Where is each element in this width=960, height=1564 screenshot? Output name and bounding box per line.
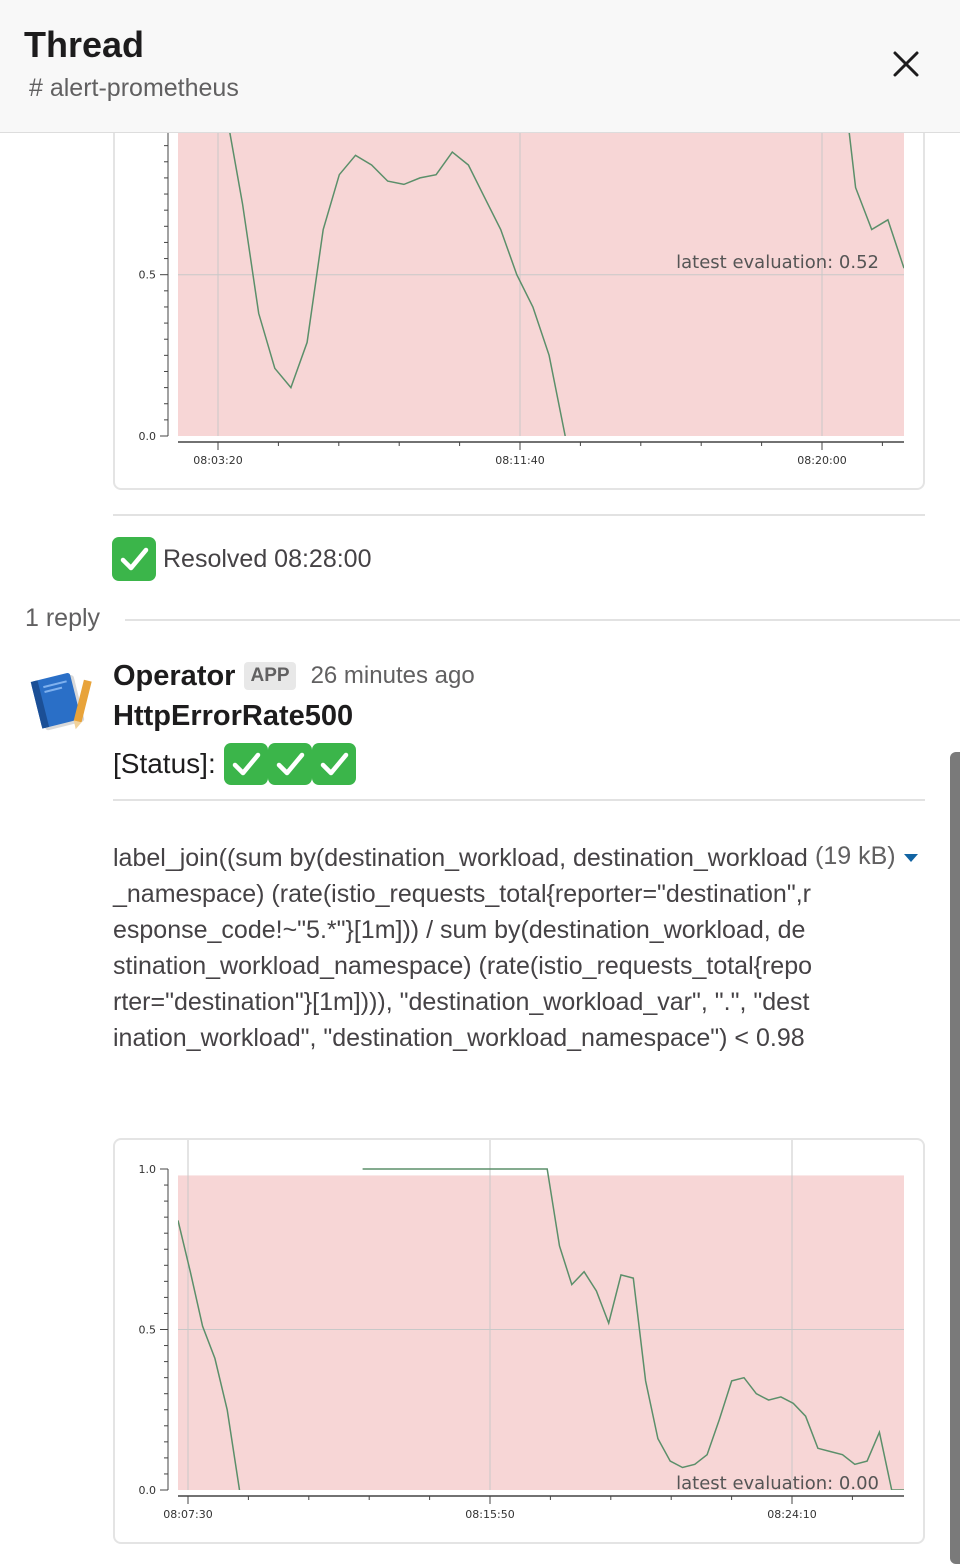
scrollbar[interactable] <box>950 752 960 1564</box>
check-mark-icon <box>311 743 356 785</box>
x-tick-label: 08:20:00 <box>797 454 846 467</box>
message-meta: Operator APP 26 minutes ago <box>113 656 475 696</box>
y-tick-label: 0.0 <box>139 430 157 443</box>
alert-title: HttpErrorRate500 <box>113 700 354 732</box>
message-divider <box>113 799 925 801</box>
latest-evaluation-label: latest evaluation: 0.00 <box>676 1473 879 1494</box>
author-name[interactable]: Operator <box>113 660 235 693</box>
message-timestamp[interactable]: 26 minutes ago <box>311 662 475 690</box>
close-icon <box>893 51 919 77</box>
x-tick-label: 08:07:30 <box>163 1508 212 1521</box>
alert-expression: label_join((sum by(destination_workload,… <box>113 844 813 1052</box>
check-mark-icon <box>267 743 312 785</box>
check-mark-icon <box>112 537 156 581</box>
x-tick-label: 08:03:20 <box>193 454 242 467</box>
book-icon <box>30 672 92 731</box>
check-mark-icon <box>223 743 268 785</box>
resolved-text: Resolved 08:28:00 <box>163 544 372 573</box>
file-size: (19 kB) <box>815 842 896 870</box>
message-divider <box>113 514 925 516</box>
x-tick-label: 08:11:40 <box>495 454 544 467</box>
reply-count: 1 reply <box>25 604 101 632</box>
status-label: [Status]: <box>113 748 216 779</box>
alert-chart-image-2[interactable]: 0.0 0.5 1.0 08:07:30 08:15:50 08:24:10 latest … <box>113 1138 925 1544</box>
y-tick-label: 0.5 <box>139 1324 157 1337</box>
alert-chart-2: 0.0 0.5 1.0 08:07:30 08:15:50 08:24:10 latest … <box>139 1140 904 1521</box>
reply-separator <box>125 619 960 621</box>
alert-threshold-band <box>178 1175 904 1490</box>
avatar[interactable] <box>26 664 98 736</box>
x-tick-label: 08:24:10 <box>767 1508 816 1521</box>
attachment-size-toggle[interactable]: (19 kB) <box>815 842 918 871</box>
status-row: [Status]: <box>113 742 356 786</box>
resolved-status: Resolved 08:28:00 <box>112 537 371 581</box>
thread-header: Thread # alert-prometheus <box>0 0 960 133</box>
y-tick-label: 1.0 <box>139 1163 157 1176</box>
app-badge: APP <box>244 662 296 690</box>
header-channel-link[interactable]: # alert-prometheus <box>29 74 239 103</box>
caret-down-icon <box>903 853 918 862</box>
y-tick-label: 0.5 <box>139 269 157 282</box>
status-checks <box>223 743 356 785</box>
y-tick-label: 0.0 <box>139 1484 157 1497</box>
header-title: Thread <box>24 24 145 65</box>
x-tick-label: 08:15:50 <box>465 1508 514 1521</box>
close-button[interactable] <box>884 42 928 86</box>
latest-evaluation-label: latest evaluation: 0.52 <box>676 252 879 273</box>
